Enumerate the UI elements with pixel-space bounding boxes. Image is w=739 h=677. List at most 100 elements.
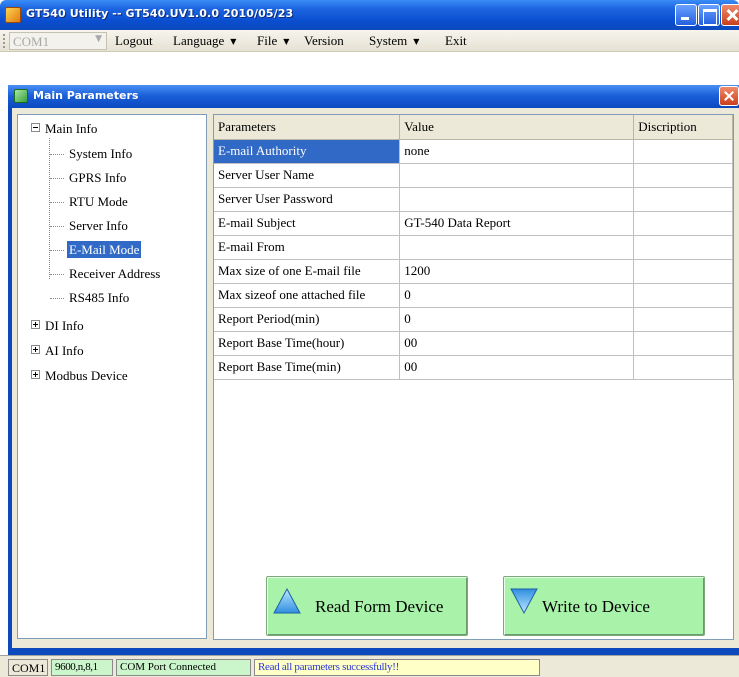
menu-version[interactable]: Version: [304, 33, 344, 49]
param-cell[interactable]: Report Base Time(min): [214, 355, 401, 380]
arrow-down-icon: [510, 588, 538, 615]
description-cell[interactable]: [633, 283, 733, 308]
chevron-down-icon: ▼: [230, 37, 237, 46]
tree-item-server-info[interactable]: Server Info: [67, 218, 130, 234]
chevron-down-icon[interactable]: ▼: [95, 34, 102, 44]
tree-connector: [50, 178, 64, 179]
chevron-down-icon: ▼: [283, 37, 290, 46]
description-cell[interactable]: [633, 235, 733, 260]
description-cell[interactable]: [633, 211, 733, 236]
column-header-value[interactable]: Value: [399, 115, 635, 140]
tree-item-email-mode[interactable]: E-Mail Mode: [67, 241, 142, 258]
menu-file[interactable]: File ▼: [257, 33, 292, 49]
expand-icon[interactable]: [31, 320, 40, 329]
tree-item-rtu-mode[interactable]: RTU Mode: [67, 194, 130, 210]
tree-item-di-info[interactable]: DI Info: [31, 318, 86, 334]
read-button-label: Read Form Device: [315, 597, 444, 616]
param-cell[interactable]: Server User Name: [214, 163, 401, 188]
table-row[interactable]: E-mail From: [214, 235, 733, 260]
value-cell[interactable]: [399, 187, 635, 212]
app-icon: [5, 7, 21, 23]
menu-system[interactable]: System ▼: [369, 33, 422, 49]
tree-item-label: Main Info: [45, 121, 98, 136]
close-button[interactable]: [721, 4, 739, 26]
value-cell[interactable]: 0: [399, 307, 635, 332]
tree-item-rs485-info[interactable]: RS485 Info: [67, 290, 131, 306]
value-cell[interactable]: none: [399, 139, 635, 164]
description-cell[interactable]: [633, 163, 733, 188]
table-header-row: Parameters Value Discription: [214, 115, 733, 140]
description-cell[interactable]: [633, 187, 733, 212]
param-cell[interactable]: E-mail From: [214, 235, 401, 260]
tree-item-modbus-device[interactable]: Modbus Device: [31, 368, 130, 384]
table-row[interactable]: Server User Password: [214, 187, 733, 212]
param-cell[interactable]: Max sizeof one attached file: [214, 283, 401, 308]
param-cell[interactable]: E-mail Subject: [214, 211, 401, 236]
menu-language[interactable]: Language ▼: [173, 33, 239, 49]
toolbar-grip-icon[interactable]: [3, 34, 6, 48]
column-header-parameters[interactable]: Parameters: [214, 115, 401, 140]
tree-item-system-info[interactable]: System Info: [67, 146, 134, 162]
tree-item-label: AI Info: [45, 343, 84, 358]
tree-connector: [50, 274, 64, 275]
tree-item-label: System Info: [69, 146, 133, 161]
param-cell[interactable]: Report Period(min): [214, 307, 401, 332]
table-row[interactable]: Report Base Time(min) 00: [214, 355, 733, 380]
status-port: COM1: [8, 659, 48, 676]
status-settings: 9600,n,8,1: [51, 659, 113, 676]
write-to-device-button[interactable]: Write to Device: [503, 576, 705, 636]
description-cell[interactable]: [633, 139, 733, 164]
tree-item-receiver-address[interactable]: Receiver Address: [67, 266, 162, 282]
tree-item-label: E-Mail Mode: [67, 241, 142, 258]
value-cell[interactable]: 00: [399, 355, 635, 380]
description-cell[interactable]: [633, 259, 733, 284]
minimize-button[interactable]: [675, 4, 697, 26]
title-bar: GT540 Utility -- GT540.UV1.0.0 2010/05/2…: [0, 0, 739, 30]
table-row[interactable]: E-mail Subject GT-540 Data Report: [214, 211, 733, 236]
tree-connector: [50, 226, 64, 227]
value-cell[interactable]: GT-540 Data Report: [399, 211, 635, 236]
tree-connector: [49, 138, 50, 279]
menu-system-label: System: [369, 33, 408, 48]
param-cell[interactable]: Server User Password: [214, 187, 401, 212]
column-header-description[interactable]: Discription: [633, 115, 733, 140]
table-row[interactable]: E-mail Authority none: [214, 139, 733, 164]
maximize-button[interactable]: [698, 4, 720, 26]
tree-item-gprs-info[interactable]: GPRS Info: [67, 170, 128, 186]
child-window-title: Main Parameters: [33, 89, 139, 102]
param-cell[interactable]: E-mail Authority: [214, 139, 401, 164]
table-row[interactable]: Report Base Time(hour) 00: [214, 331, 733, 356]
table-row[interactable]: Server User Name: [214, 163, 733, 188]
child-close-button[interactable]: [719, 86, 739, 106]
expand-icon[interactable]: [31, 370, 40, 379]
tree-connector: [50, 202, 64, 203]
table-row[interactable]: Report Period(min) 0: [214, 307, 733, 332]
tree-item-label: RTU Mode: [69, 194, 128, 209]
table-row[interactable]: Max sizeof one attached file 0: [214, 283, 733, 308]
expand-icon[interactable]: [31, 345, 40, 354]
param-cell[interactable]: Max size of one E-mail file: [214, 259, 401, 284]
value-cell[interactable]: [399, 235, 635, 260]
tree-item-ai-info[interactable]: AI Info: [31, 343, 86, 359]
menu-exit[interactable]: Exit: [445, 33, 467, 49]
status-connection: COM Port Connected: [116, 659, 251, 676]
tree-item-label: Receiver Address: [69, 266, 161, 281]
value-cell[interactable]: [399, 163, 635, 188]
collapse-icon[interactable]: [31, 123, 40, 132]
window-title: GT540 Utility -- GT540.UV1.0.0 2010/05/2…: [26, 7, 294, 20]
value-cell[interactable]: 1200: [399, 259, 635, 284]
param-cell[interactable]: Report Base Time(hour): [214, 331, 401, 356]
value-cell[interactable]: 0: [399, 283, 635, 308]
menu-logout[interactable]: Logout: [115, 33, 153, 49]
description-cell[interactable]: [633, 307, 733, 332]
status-message: Read all parameters successfully!!: [254, 659, 540, 676]
tree-item-label: Server Info: [69, 218, 128, 233]
description-cell[interactable]: [633, 331, 733, 356]
com-port-select[interactable]: COM1 ▼: [9, 32, 107, 50]
table-row[interactable]: Max size of one E-mail file 1200: [214, 259, 733, 284]
read-from-device-button[interactable]: Read Form Device: [266, 576, 468, 636]
value-cell[interactable]: 00: [399, 331, 635, 356]
description-cell[interactable]: [633, 355, 733, 380]
child-window-titlebar: Main Parameters: [8, 85, 739, 107]
tree-item-main-info[interactable]: Main Info: [31, 121, 99, 137]
